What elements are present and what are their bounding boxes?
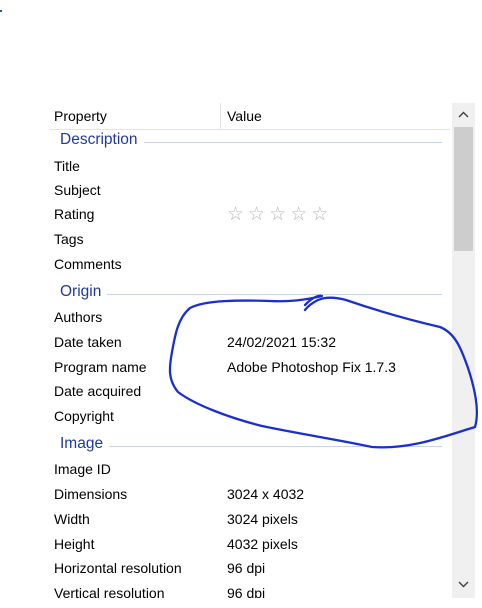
property-label: Dimensions: [54, 486, 128, 502]
property-value[interactable]: 96 dpi: [227, 560, 265, 576]
property-label: Authors: [54, 309, 103, 325]
column-divider[interactable]: [220, 103, 221, 129]
property-row-copyright[interactable]: Copyright: [50, 405, 450, 429]
properties-list: Property Value Description Title Subject…: [50, 103, 477, 598]
property-row-date-acquired[interactable]: Date acquired: [50, 380, 450, 404]
property-row-comments[interactable]: Comments: [50, 253, 450, 277]
property-value[interactable]: Adobe Photoshop Fix 1.7.3: [227, 359, 396, 375]
property-label: Rating: [54, 206, 95, 222]
property-row-horizontal-resolution[interactable]: Horizontal resolution 96 dpi: [50, 557, 450, 581]
group-title: Image: [60, 435, 110, 453]
scroll-down-button[interactable]: [452, 573, 475, 597]
property-value[interactable]: 4032 pixels: [227, 536, 298, 552]
chevron-up-icon: [458, 111, 469, 118]
property-label: Image ID: [54, 461, 111, 477]
property-label: Title: [54, 158, 80, 174]
value-column-header[interactable]: Value: [227, 108, 262, 124]
vertical-scrollbar[interactable]: [452, 103, 475, 598]
star-2-icon[interactable]: ☆: [248, 203, 265, 227]
group-image: Image: [50, 434, 442, 458]
group-description: Description: [50, 130, 442, 154]
chevron-down-icon: [458, 581, 469, 588]
property-row-date-taken[interactable]: Date taken 24/02/2021 15:32: [50, 331, 450, 355]
property-row-width[interactable]: Width 3024 pixels: [50, 508, 450, 532]
edge-mark: [0, 10, 2, 12]
property-value[interactable]: 3024 pixels: [227, 511, 298, 527]
star-1-icon[interactable]: ☆: [227, 203, 244, 227]
property-label: Date acquired: [54, 383, 142, 399]
property-label: Width: [54, 511, 90, 527]
property-label: Program name: [54, 359, 147, 375]
property-row-subject[interactable]: Subject: [50, 179, 450, 203]
property-value[interactable]: 96 dpi: [227, 585, 265, 598]
scroll-thumb[interactable]: [454, 127, 473, 251]
column-header-row: Property Value: [50, 103, 450, 130]
property-row-vertical-resolution[interactable]: Vertical resolution 96 dpi: [50, 582, 450, 598]
property-row-rating[interactable]: Rating ☆ ☆ ☆ ☆ ☆: [50, 203, 450, 227]
star-5-icon[interactable]: ☆: [311, 203, 328, 227]
group-origin: Origin: [50, 282, 442, 306]
property-label: Comments: [54, 256, 122, 272]
star-4-icon[interactable]: ☆: [290, 203, 307, 227]
group-divider-line: [60, 294, 442, 295]
property-row-program-name[interactable]: Program name Adobe Photoshop Fix 1.7.3: [50, 356, 450, 380]
property-row-dimensions[interactable]: Dimensions 3024 x 4032: [50, 483, 450, 507]
group-title: Origin: [60, 283, 108, 301]
scroll-up-button[interactable]: [452, 103, 475, 127]
property-label: Date taken: [54, 334, 122, 350]
property-value[interactable]: 24/02/2021 15:32: [227, 334, 336, 350]
property-row-title[interactable]: Title: [50, 155, 450, 179]
property-row-image-id[interactable]: Image ID: [50, 458, 450, 482]
property-label: Horizontal resolution: [54, 560, 182, 576]
property-label: Copyright: [54, 408, 114, 424]
property-column-header[interactable]: Property: [54, 108, 107, 124]
property-label: Height: [54, 536, 95, 552]
property-row-height[interactable]: Height 4032 pixels: [50, 533, 450, 557]
property-row-tags[interactable]: Tags: [50, 228, 450, 252]
property-value[interactable]: 3024 x 4032: [227, 486, 304, 502]
property-label: Vertical resolution: [54, 585, 165, 598]
property-row-authors[interactable]: Authors: [50, 306, 450, 330]
property-label: Subject: [54, 182, 101, 198]
group-title: Description: [60, 131, 144, 149]
property-label: Tags: [54, 231, 84, 247]
star-3-icon[interactable]: ☆: [269, 203, 286, 227]
group-divider-line: [60, 446, 442, 447]
rating-stars[interactable]: ☆ ☆ ☆ ☆ ☆: [227, 203, 328, 227]
